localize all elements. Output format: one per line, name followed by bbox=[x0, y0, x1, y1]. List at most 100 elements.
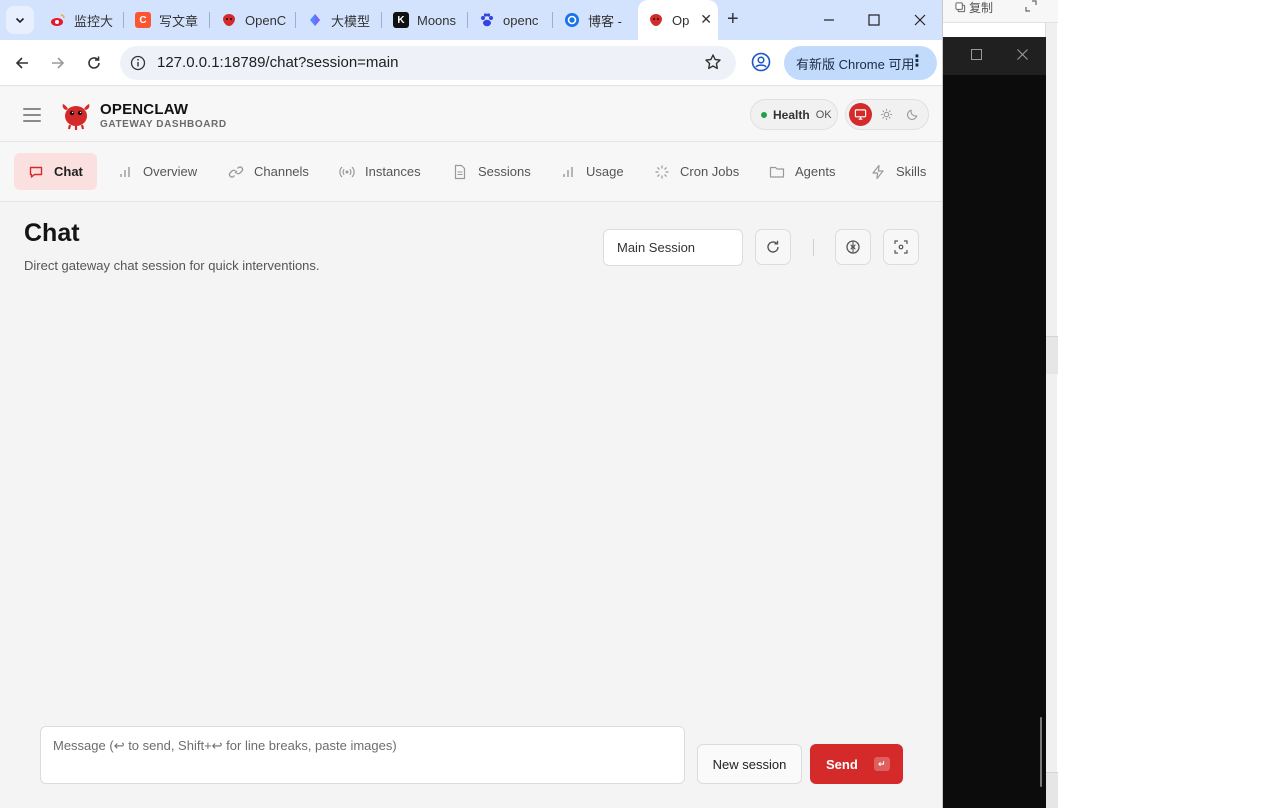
maximize-icon[interactable] bbox=[971, 48, 982, 63]
toolbar-divider bbox=[813, 239, 814, 256]
health-label: Health bbox=[773, 107, 810, 122]
bar-chart-icon bbox=[560, 164, 576, 180]
bar-chart-icon bbox=[117, 164, 133, 180]
health-badge[interactable]: Health OK bbox=[750, 99, 838, 130]
forward-button[interactable] bbox=[47, 52, 69, 74]
openclaw-logo bbox=[60, 99, 92, 131]
moon-icon bbox=[906, 109, 918, 121]
focus-mode-button[interactable] bbox=[883, 229, 919, 265]
profile-icon[interactable] bbox=[750, 51, 772, 78]
toolbar: 127.0.0.1:18789/chat?session=main 有新版 Ch… bbox=[0, 40, 942, 86]
tab-title: Op bbox=[672, 12, 690, 28]
expand-icon[interactable] bbox=[1025, 0, 1037, 15]
send-button[interactable]: Send ↵ bbox=[810, 744, 903, 784]
tab-title: 博客 - bbox=[588, 13, 622, 29]
openclaw-icon bbox=[221, 12, 237, 28]
address-bar[interactable]: 127.0.0.1:18789/chat?session=main bbox=[120, 46, 736, 80]
tab-channels[interactable]: Channels bbox=[214, 153, 323, 190]
new-tab-button[interactable]: + bbox=[727, 9, 739, 29]
session-select[interactable]: Main Session bbox=[603, 229, 743, 266]
tab-instances[interactable]: Instances bbox=[325, 153, 435, 190]
close-window-button[interactable] bbox=[908, 8, 932, 32]
minimize-button[interactable] bbox=[817, 8, 841, 32]
browser-tab[interactable]: openc bbox=[467, 7, 551, 33]
tab-label: Agents bbox=[795, 164, 836, 179]
main-nav: Chat Overview Channels Instances Session… bbox=[0, 142, 942, 202]
csdn-icon: C bbox=[135, 12, 151, 28]
terminal-scrollbar[interactable] bbox=[1040, 717, 1042, 787]
tab-title: openc bbox=[503, 12, 539, 28]
close-tab-icon[interactable]: ✕ bbox=[700, 11, 712, 28]
tab-cron-jobs[interactable]: Cron Jobs bbox=[640, 153, 753, 190]
theme-system-button[interactable] bbox=[849, 103, 872, 126]
baidu-paw-icon bbox=[479, 12, 495, 28]
refresh-icon bbox=[767, 240, 779, 253]
chrome-update-button[interactable]: 有新版 Chrome 可用 ⋮ bbox=[784, 46, 937, 80]
arrow-right-icon bbox=[52, 57, 65, 69]
browser-tab[interactable]: OpenC bbox=[209, 7, 294, 33]
tab-search-button[interactable] bbox=[6, 6, 34, 34]
theme-dark-button[interactable] bbox=[901, 103, 924, 126]
blog-icon bbox=[564, 12, 580, 28]
tab-label: Overview bbox=[143, 164, 198, 179]
browser-tab[interactable]: 监控大 bbox=[38, 7, 122, 33]
browser-tab[interactable]: 大模型 bbox=[295, 7, 380, 33]
kimi-icon: K bbox=[393, 12, 409, 28]
enter-key-icon: ↵ bbox=[873, 757, 890, 771]
browser-tab[interactable]: K Moons bbox=[381, 7, 466, 33]
tab-usage[interactable]: Usage bbox=[546, 153, 638, 190]
thinking-toggle-button[interactable] bbox=[835, 229, 871, 265]
terminal-window bbox=[943, 37, 1046, 808]
file-text-icon bbox=[452, 164, 468, 180]
maximize-button[interactable] bbox=[862, 8, 886, 32]
menu-icon[interactable] bbox=[23, 105, 41, 125]
tab-skills[interactable]: Skills bbox=[856, 153, 940, 190]
more-vert-icon[interactable]: ⋮ bbox=[909, 54, 925, 70]
browser-tab[interactable]: C 写文章 bbox=[123, 7, 208, 33]
url-text[interactable]: 127.0.0.1:18789/chat?session=main bbox=[157, 54, 398, 71]
link-icon bbox=[228, 164, 244, 180]
bookmark-star-icon[interactable] bbox=[704, 53, 722, 76]
browser-tab[interactable]: 博客 - bbox=[552, 7, 636, 33]
site-info-icon[interactable] bbox=[130, 55, 146, 76]
openclaw-icon bbox=[648, 12, 664, 28]
tab-chat[interactable]: Chat bbox=[14, 153, 97, 190]
message-input[interactable] bbox=[41, 727, 684, 783]
brand-subtitle: GATEWAY DASHBOARD bbox=[100, 119, 227, 130]
tab-agents[interactable]: Agents bbox=[755, 153, 849, 190]
copy-icon bbox=[955, 1, 966, 12]
copy-button[interactable]: 复制 bbox=[955, 0, 993, 15]
back-button[interactable] bbox=[11, 52, 33, 74]
browser-tab-active[interactable]: Op ✕ bbox=[638, 0, 718, 40]
status-dot-icon bbox=[761, 111, 767, 118]
zap-icon bbox=[870, 164, 886, 180]
terminal-titlebar bbox=[943, 37, 1046, 75]
tab-overview[interactable]: Overview bbox=[103, 153, 211, 190]
reload-button[interactable] bbox=[83, 52, 105, 74]
tab-title: 写文章 bbox=[159, 13, 199, 29]
tab-label: Chat bbox=[54, 164, 83, 179]
tab-sessions[interactable]: Sessions bbox=[438, 153, 545, 190]
new-session-button[interactable]: New session bbox=[697, 744, 802, 784]
tab-label: Instances bbox=[365, 164, 421, 179]
send-label: Send bbox=[826, 756, 858, 772]
close-icon[interactable] bbox=[1017, 48, 1028, 63]
tab-title: Moons bbox=[417, 12, 457, 28]
page-subtitle: Direct gateway chat session for quick in… bbox=[24, 258, 320, 273]
tab-label: Skills bbox=[896, 164, 927, 179]
brand-name: OPENCLAW bbox=[100, 101, 189, 118]
app-icon bbox=[307, 12, 323, 28]
refresh-button[interactable] bbox=[755, 229, 791, 265]
reload-icon bbox=[88, 56, 100, 69]
theme-light-button[interactable] bbox=[875, 103, 898, 126]
brain-icon bbox=[846, 240, 860, 254]
message-composer bbox=[40, 726, 685, 784]
close-icon bbox=[914, 14, 926, 26]
folder-icon bbox=[769, 164, 785, 180]
tab-label: Cron Jobs bbox=[680, 164, 740, 179]
tab-title: 大模型 bbox=[331, 13, 371, 29]
tab-strip: 监控大 C 写文章 OpenC 大模型 K Moons openc 博客 - O… bbox=[0, 0, 942, 40]
health-value: OK bbox=[815, 108, 832, 121]
theme-switcher bbox=[845, 99, 929, 130]
chat-page: Chat Direct gateway chat session for qui… bbox=[0, 202, 942, 808]
